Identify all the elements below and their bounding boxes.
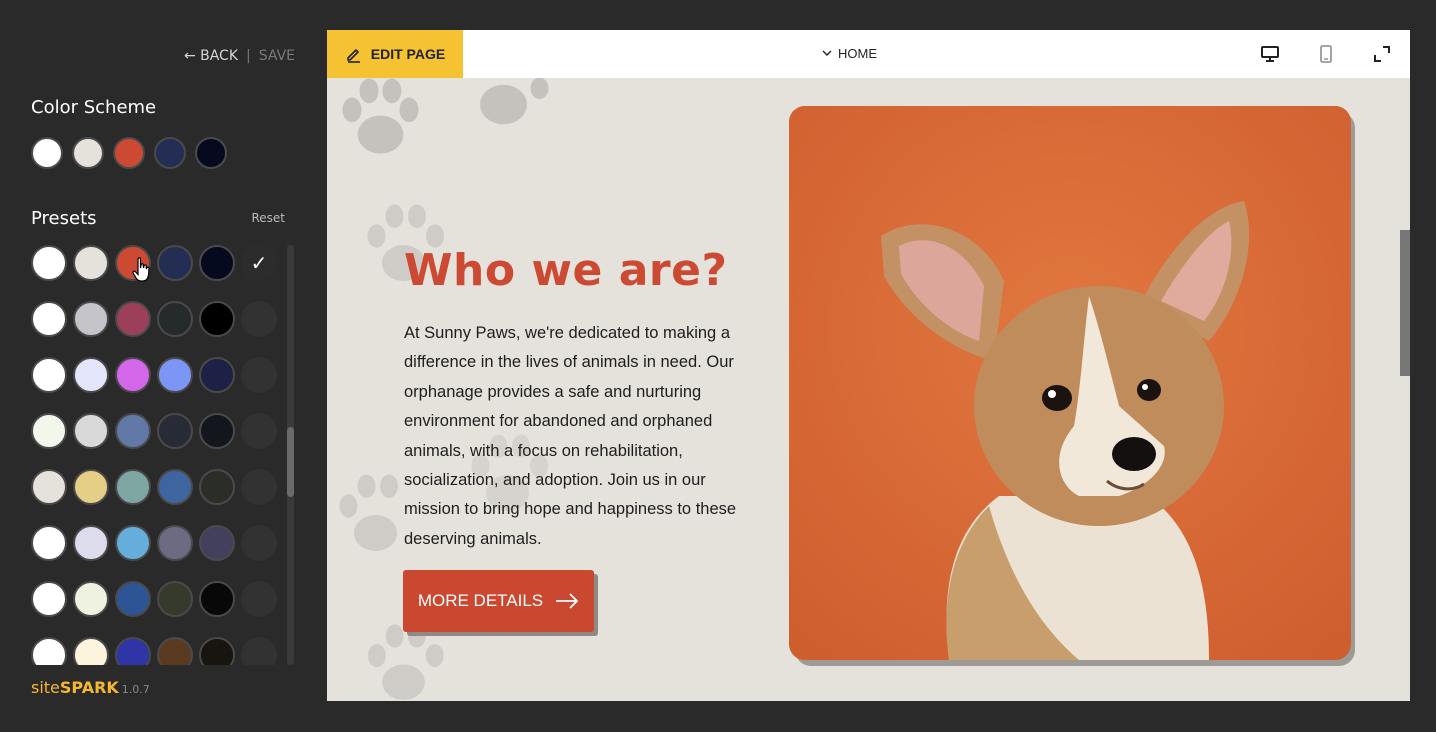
edit-page-button[interactable]: EDIT PAGE (327, 30, 463, 78)
preset-swatch[interactable] (115, 301, 151, 337)
preset-swatch[interactable] (199, 357, 235, 393)
fullscreen-icon[interactable] (1372, 44, 1392, 64)
paw-print-icon (342, 78, 419, 154)
preset-swatch[interactable] (157, 413, 193, 449)
preset-swatch[interactable] (115, 525, 151, 561)
preset-select-button[interactable] (241, 637, 277, 665)
pencil-icon (346, 49, 360, 63)
check-icon[interactable]: ✓ (241, 245, 277, 281)
color-scheme-swatch[interactable] (154, 137, 186, 169)
back-button[interactable]: ← BACK (184, 48, 238, 64)
preset-row[interactable] (31, 301, 281, 357)
presets-scrollbar[interactable] (287, 245, 294, 665)
preset-swatch[interactable] (115, 581, 151, 617)
more-details-button[interactable]: MORE DETAILS (403, 570, 594, 632)
preset-swatch[interactable] (73, 469, 109, 505)
paw-print-icon (368, 624, 444, 700)
preset-select-button[interactable] (241, 469, 277, 505)
color-scheme-swatches (31, 137, 227, 169)
preset-swatch[interactable] (157, 301, 193, 337)
preset-swatch[interactable] (157, 525, 193, 561)
preset-swatch[interactable] (31, 469, 67, 505)
preset-swatch[interactable] (199, 413, 235, 449)
reset-button[interactable]: Reset (251, 211, 285, 225)
preset-swatch[interactable] (199, 301, 235, 337)
editor-sidebar: ← BACK | SAVE Color Scheme Presets Reset… (0, 0, 310, 732)
save-button[interactable]: SAVE (259, 48, 295, 64)
color-scheme-swatch[interactable] (113, 137, 145, 169)
preset-swatch[interactable] (31, 245, 67, 281)
preset-swatch[interactable] (73, 245, 109, 281)
preview-scrollbar[interactable] (1400, 230, 1410, 376)
preset-select-button[interactable] (241, 301, 277, 337)
preset-select-button[interactable] (241, 581, 277, 617)
preset-swatch[interactable] (115, 637, 151, 665)
preset-swatch[interactable] (115, 357, 151, 393)
preset-swatch[interactable] (199, 581, 235, 617)
preset-select-button[interactable] (241, 413, 277, 449)
preset-swatch[interactable] (73, 413, 109, 449)
mobile-icon[interactable] (1316, 44, 1336, 64)
hero-photo (789, 106, 1351, 660)
presets-scroll-thumb[interactable] (287, 427, 294, 497)
preset-swatch[interactable] (157, 245, 193, 281)
page-preview: EDIT PAGE HOME Who we are? At Sunny Paws… (327, 30, 1410, 701)
nav-separator: | (246, 48, 251, 64)
preset-row[interactable] (31, 357, 281, 413)
preset-swatch[interactable] (31, 637, 67, 665)
preset-swatch[interactable] (157, 469, 193, 505)
preset-swatch[interactable] (73, 525, 109, 561)
presets-title: Presets (31, 208, 97, 229)
puppy-illustration (789, 106, 1351, 660)
preset-swatch[interactable] (31, 581, 67, 617)
preset-swatch[interactable] (199, 245, 235, 281)
preset-select-button[interactable] (241, 357, 277, 393)
preset-swatch[interactable] (115, 469, 151, 505)
brand-logo: siteSPARK 1.0.7 (31, 678, 150, 697)
preset-swatch[interactable] (199, 525, 235, 561)
sidebar-topnav: ← BACK | SAVE (184, 48, 295, 64)
preset-select-button[interactable] (241, 525, 277, 561)
preset-row[interactable] (31, 413, 281, 469)
preset-row[interactable] (31, 581, 281, 637)
desktop-icon[interactable] (1260, 44, 1280, 64)
preview-toolbar: EDIT PAGE HOME (327, 30, 1410, 78)
color-scheme-swatch[interactable] (72, 137, 104, 169)
preset-swatch[interactable] (73, 581, 109, 617)
hero-description: At Sunny Paws, we're dedicated to making… (404, 324, 737, 548)
version-label: 1.0.7 (121, 683, 150, 696)
preset-swatch[interactable] (73, 301, 109, 337)
preset-swatch[interactable] (199, 637, 235, 665)
arrow-right-icon (556, 593, 579, 609)
page-selector-label: HOME (838, 46, 877, 61)
preset-row[interactable] (31, 637, 281, 665)
preset-row[interactable] (31, 469, 281, 525)
edit-page-label: EDIT PAGE (370, 46, 446, 62)
preset-swatch[interactable] (73, 357, 109, 393)
color-scheme-swatch[interactable] (195, 137, 227, 169)
preset-swatch[interactable] (199, 469, 235, 505)
preset-swatch[interactable] (115, 413, 151, 449)
color-scheme-title: Color Scheme (31, 97, 157, 118)
more-details-label: MORE DETAILS (417, 591, 544, 610)
paw-print-icon (480, 77, 549, 125)
preset-row[interactable] (31, 525, 281, 581)
preset-swatch[interactable] (73, 637, 109, 665)
preset-swatch[interactable] (157, 357, 193, 393)
preset-row[interactable]: ✓ (31, 245, 281, 301)
presets-list[interactable]: ✓ (31, 245, 281, 665)
preset-swatch[interactable] (115, 245, 151, 281)
preset-swatch[interactable] (31, 301, 67, 337)
preset-swatch[interactable] (157, 581, 193, 617)
chevron-down-icon (822, 50, 832, 56)
preset-swatch[interactable] (31, 525, 67, 561)
color-scheme-swatch[interactable] (31, 137, 63, 169)
page-selector[interactable]: HOME (822, 46, 877, 61)
preset-swatch[interactable] (157, 637, 193, 665)
hero-title: Who we are? (404, 245, 728, 296)
preset-swatch[interactable] (31, 357, 67, 393)
preset-swatch[interactable] (31, 413, 67, 449)
